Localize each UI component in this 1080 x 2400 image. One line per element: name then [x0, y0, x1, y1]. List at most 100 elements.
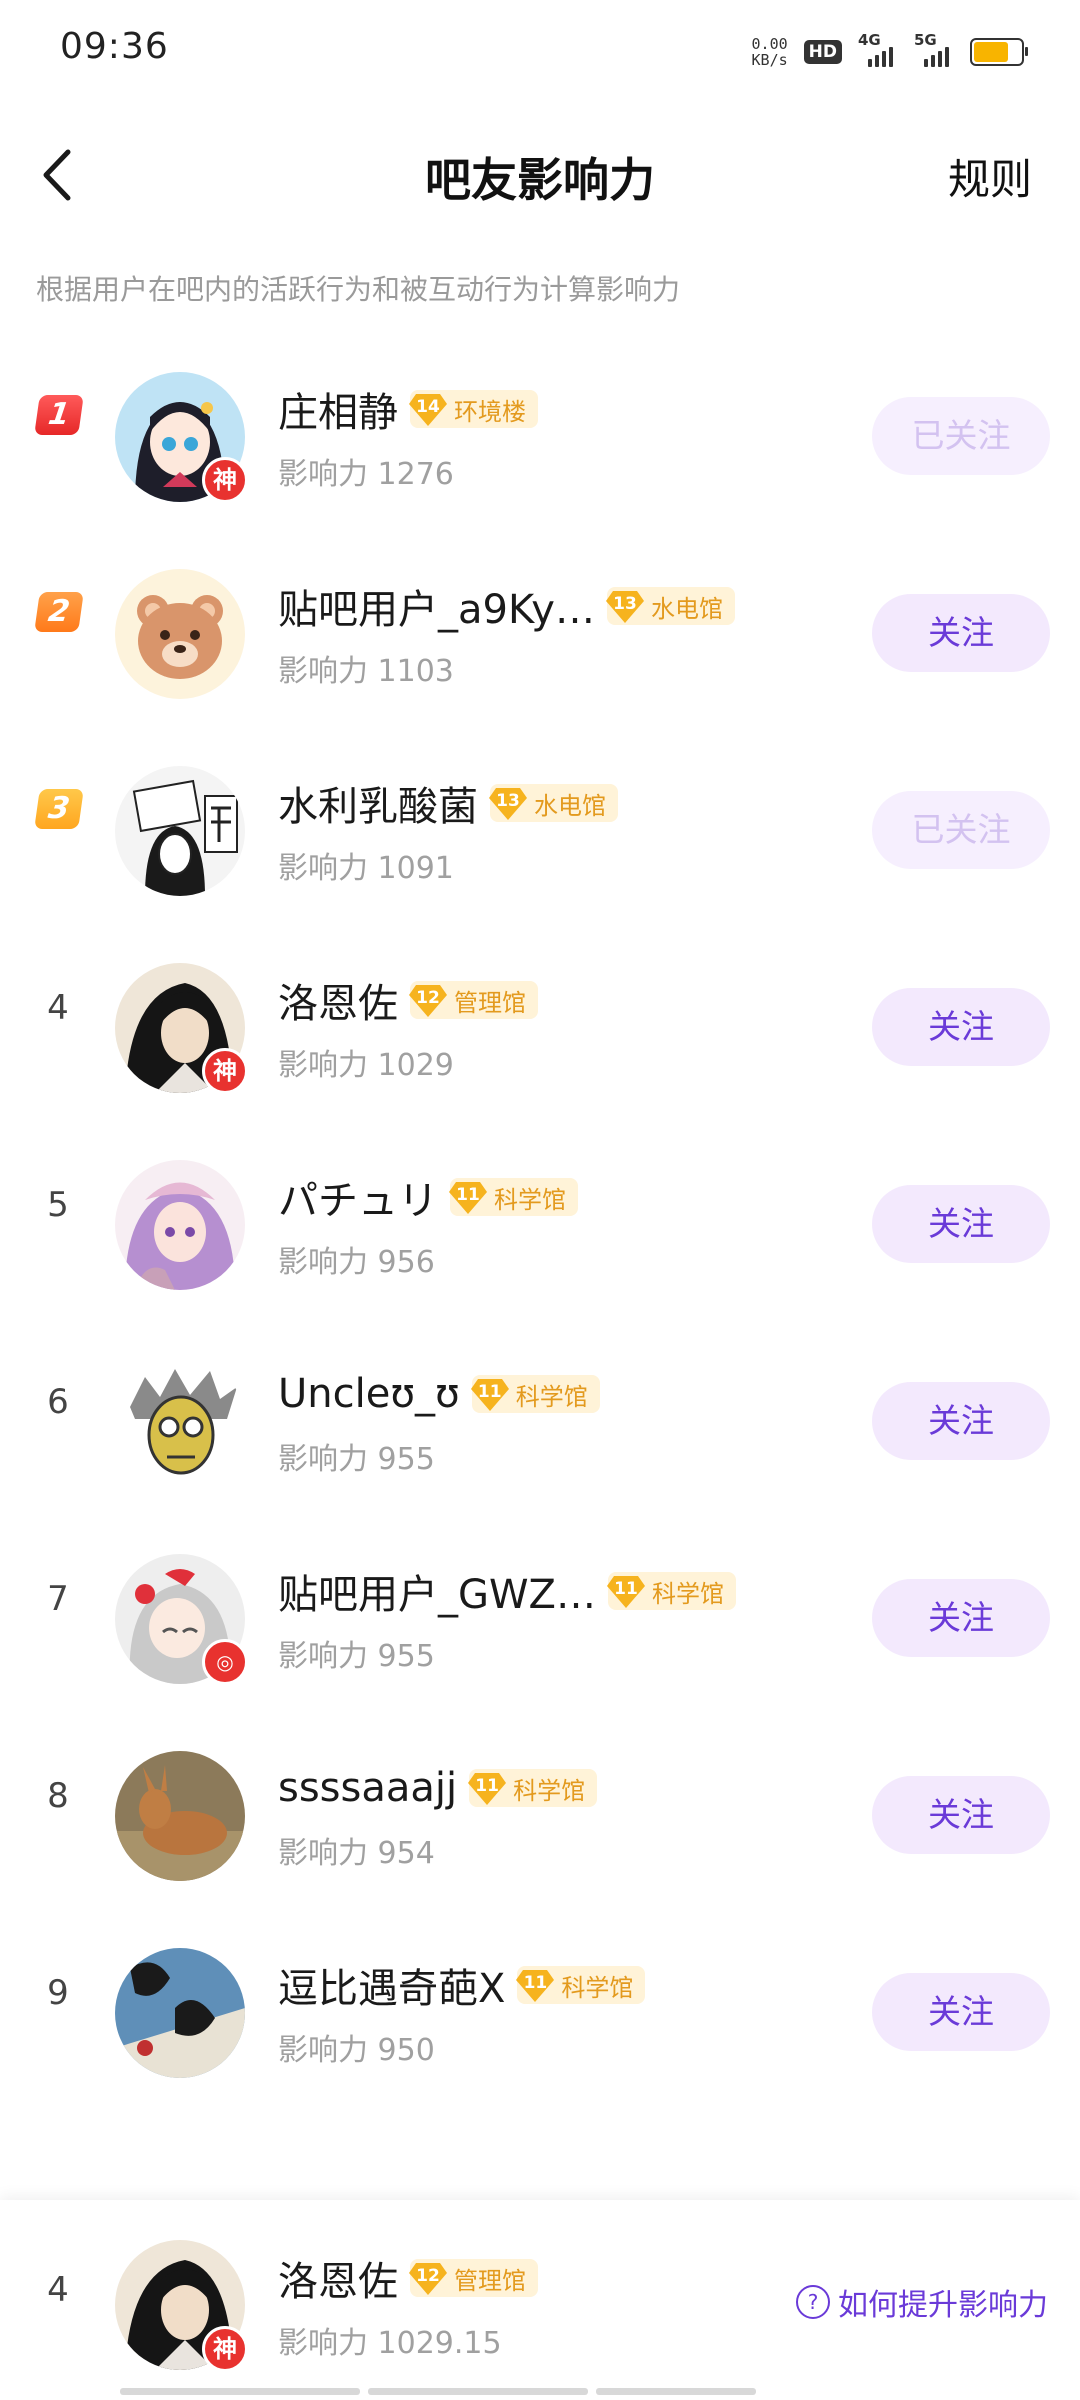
page-subtitle: 根据用户在吧内的活跃行为和被互动行为计算影响力 — [36, 273, 681, 306]
ranking-row[interactable]: 8 ssssaaajj 11 科学馆 影响力 954 关注 — [0, 1724, 1080, 1921]
level-number: 13 — [496, 791, 520, 811]
status-time: 09:36 — [60, 26, 169, 67]
followed-button[interactable]: 已关注 — [872, 397, 1050, 475]
battery-fill — [974, 42, 1008, 62]
rank-number: 6 — [47, 1382, 69, 1422]
user-name-line: 贴吧用户_GWZ… 11 科学馆 — [278, 1563, 736, 1619]
user-name[interactable]: 逗比遇奇葩X — [278, 1956, 505, 2014]
level-name: 环境楼 — [454, 397, 526, 426]
follow-button[interactable]: 关注 — [872, 1185, 1050, 1263]
influence-score: 影响力 1103 — [278, 654, 454, 689]
ranking-row[interactable]: 2 贴吧用户_a9Ky… 13 水电馆 影响力 1103 关注 — [0, 542, 1080, 739]
followed-button[interactable]: 已关注 — [872, 791, 1050, 869]
level-number: 11 — [477, 1382, 502, 1402]
user-name-line: 庄相静 14 环境楼 — [278, 381, 538, 437]
user-name[interactable]: 水利乳酸菌 — [278, 774, 478, 832]
influence-score: 影响力 1091 — [278, 851, 454, 886]
user-name[interactable]: 贴吧用户_GWZ… — [278, 1562, 596, 1620]
influence-score: 影响力 956 — [278, 1245, 435, 1280]
my-name-line: 洛恩佐 12 管理馆 — [278, 2250, 538, 2306]
avatar-image — [115, 1160, 245, 1290]
ranking-row[interactable]: 4 神 洛恩佐 12 管理馆 影响力 1029 关注 — [0, 936, 1080, 1133]
user-name[interactable]: 庄相静 — [278, 380, 398, 438]
how-to-improve-label: 如何提升影响力 — [838, 2288, 1048, 2323]
my-rank-bar: 4 神 洛恩佐 12 管理馆 影响力 1029.15 ? 如何提升影响力 — [0, 2200, 1080, 2400]
signal-5g-icon: 5G — [914, 31, 954, 67]
user-name[interactable]: 贴吧用户_a9Ky… — [278, 577, 595, 635]
follow-button[interactable]: 关注 — [872, 594, 1050, 672]
level-gem-icon: 11 — [606, 1572, 646, 1610]
level-tag: 11 科学馆 — [467, 1769, 598, 1807]
ranking-row[interactable]: 1 神 庄相静 14 环境楼 影响力 1276 已关注 — [0, 345, 1080, 542]
user-name-line: 洛恩佐 12 管理馆 — [278, 972, 538, 1028]
level-number: 11 — [475, 1776, 499, 1796]
rank-number: 8 — [47, 1776, 69, 1816]
user-name[interactable]: 洛恩佐 — [278, 971, 398, 1029]
avatar[interactable] — [115, 1160, 245, 1290]
level-tag: 11 科学馆 — [470, 1375, 600, 1413]
level-number: 12 — [416, 988, 440, 1008]
follow-button[interactable]: 关注 — [872, 1973, 1050, 2051]
avatar[interactable] — [115, 569, 245, 699]
user-name[interactable]: パチュリ — [278, 1168, 438, 1226]
my-rank-number: 4 — [47, 2270, 69, 2310]
level-gem-icon: 12 — [408, 2259, 448, 2297]
signal-4g-label: 4G — [858, 31, 881, 49]
level-gem-icon: 11 — [470, 1375, 510, 1413]
question-circle-icon: ? — [796, 2285, 830, 2319]
my-user-name: 洛恩佐 — [278, 2259, 398, 2305]
level-tag: 11 科学馆 — [606, 1572, 736, 1610]
ranking-row[interactable]: 6 Uncleʊ_ʊ 11 科学馆 影响力 955 关注 — [0, 1330, 1080, 1527]
user-name-line: ssssaaajj 11 科学馆 — [278, 1760, 598, 1816]
level-number: 11 — [456, 1185, 480, 1205]
follow-button[interactable]: 关注 — [872, 1579, 1050, 1657]
level-name: 管理馆 — [454, 2266, 526, 2295]
ranking-row[interactable]: 7 ◎ 贴吧用户_GWZ… 11 科学馆 影响力 955 关注 — [0, 1527, 1080, 1724]
level-name: 科学馆 — [515, 1382, 588, 1411]
page-title: 吧友影响力 — [425, 153, 655, 207]
avatar[interactable] — [115, 1357, 245, 1487]
status-bar: 09:36 0.00 KB/s HD 4G 5G — [0, 0, 1080, 110]
signal-4g-icon: 4G — [858, 31, 898, 67]
level-gem-icon: 13 — [605, 587, 645, 625]
user-name[interactable]: Uncleʊ_ʊ — [278, 1371, 460, 1417]
my-influence-score: 影响力 1029.15 — [278, 2326, 502, 2361]
follow-button[interactable]: 关注 — [872, 1776, 1050, 1854]
battery-icon — [970, 38, 1028, 66]
influence-score: 影响力 954 — [278, 1836, 435, 1871]
rank-badge-gold: 1 — [34, 395, 84, 435]
level-name: 管理馆 — [454, 988, 526, 1017]
follow-button[interactable]: 关注 — [872, 988, 1050, 1066]
avatar-image — [115, 766, 245, 896]
level-tag: 12 管理馆 — [408, 2259, 538, 2297]
rank-badge-silver: 2 — [34, 592, 84, 632]
rules-link[interactable]: 规则 — [948, 146, 1032, 207]
level-gem-icon: 11 — [448, 1178, 488, 1216]
level-tag: 14 环境楼 — [409, 390, 538, 428]
level-number: 12 — [416, 2266, 440, 2286]
avatar[interactable] — [115, 1751, 245, 1881]
influence-score: 影响力 955 — [278, 1639, 435, 1674]
how-to-improve-link[interactable]: ? 如何提升影响力 — [796, 2280, 1048, 2324]
network-speed: 0.00 KB/s — [752, 36, 788, 68]
follow-button[interactable]: 关注 — [872, 1382, 1050, 1460]
avatar-image — [115, 1357, 245, 1487]
rank-number: 5 — [47, 1185, 69, 1225]
level-gem-icon: 11 — [467, 1769, 507, 1807]
level-tag: 13 水电馆 — [605, 587, 735, 625]
avatar[interactable] — [115, 766, 245, 896]
avatar[interactable] — [115, 1948, 245, 2078]
rank-number: 9 — [47, 1973, 69, 2013]
user-name-line: 水利乳酸菌 13 水电馆 — [278, 775, 618, 831]
ranking-row[interactable]: 3 水利乳酸菌 13 水电馆 影响力 1091 已关注 — [0, 739, 1080, 936]
tieba-badge: ◎ — [202, 1639, 248, 1685]
header: 吧友影响力 规则 — [0, 130, 1080, 220]
avatar-image — [115, 1751, 245, 1881]
ranking-row[interactable]: 5 パチュリ 11 科学馆 影响力 956 关注 — [0, 1133, 1080, 1330]
level-gem-icon: 12 — [408, 981, 448, 1019]
level-number: 14 — [416, 397, 440, 417]
user-name[interactable]: ssssaaajj — [278, 1765, 457, 1811]
ranking-list: 1 神 庄相静 14 环境楼 影响力 1276 已关注 2 贴吧用户_a9Ky…… — [0, 345, 1080, 2118]
level-name: 科学馆 — [651, 1579, 724, 1608]
ranking-row[interactable]: 9 逗比遇奇葩X 11 科学馆 影响力 950 关注 — [0, 1921, 1080, 2118]
